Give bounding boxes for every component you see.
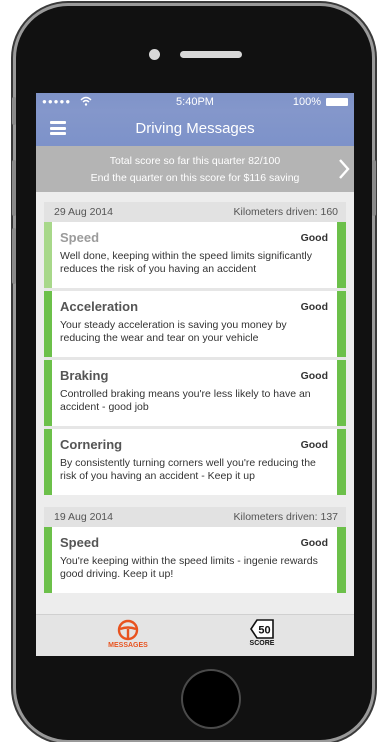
- message-text: You're keeping within the speed limits -…: [60, 555, 318, 580]
- rating-bar: [337, 527, 346, 593]
- day-header: 29 Aug 2014 Kilometers driven: 160: [44, 202, 346, 222]
- card-left-bar: [44, 360, 52, 426]
- status-bar: ●●●●● 5:40PM 100%: [36, 93, 354, 111]
- battery-percent: 100%: [292, 96, 321, 108]
- day-date: 19 Aug 2014: [54, 511, 113, 523]
- speed-sign-icon: 50: [250, 619, 274, 639]
- rating-bar: [337, 291, 346, 357]
- power-button[interactable]: [372, 160, 376, 216]
- card-left-bar: [44, 222, 52, 288]
- rating-bar: [337, 429, 346, 495]
- message-text: Controlled braking means you're less lik…: [60, 388, 311, 413]
- message-text: Well done, keeping within the speed limi…: [60, 250, 312, 275]
- steering-wheel-icon: [117, 619, 139, 641]
- day-group: 19 Aug 2014 Kilometers driven: 137 Speed…: [44, 507, 346, 593]
- card-left-bar: [44, 429, 52, 495]
- message-card[interactable]: Braking Good Controlled braking means yo…: [44, 360, 346, 429]
- message-title: Acceleration: [60, 299, 139, 314]
- message-rating: Good: [300, 232, 328, 244]
- saving-text: End the quarter on this score for $116 s…: [90, 172, 300, 184]
- day-date: 29 Aug 2014: [54, 206, 113, 218]
- message-rating: Good: [300, 301, 328, 313]
- tab-score[interactable]: 50 SCORE: [222, 619, 302, 647]
- nav-bar: Driving Messages: [36, 111, 354, 146]
- rating-bar: [337, 360, 346, 426]
- rating-bar: [337, 222, 346, 288]
- card-left-bar: [44, 291, 52, 357]
- kilometers-driven: Kilometers driven: 160: [233, 206, 338, 218]
- score-banner[interactable]: Total score so far this quarter 82/100 E…: [36, 146, 354, 192]
- camera-icon: [149, 49, 160, 60]
- message-text: Your steady acceleration is saving you m…: [60, 319, 287, 344]
- message-rating: Good: [300, 370, 328, 382]
- messages-list[interactable]: 29 Aug 2014 Kilometers driven: 160 Speed…: [36, 192, 354, 614]
- message-title: Speed: [60, 230, 100, 245]
- quarter-score-text: Total score so far this quarter 82/100: [109, 155, 281, 167]
- page-title: Driving Messages: [135, 120, 255, 137]
- message-title: Speed: [60, 535, 100, 550]
- tab-score-label: SCORE: [249, 640, 275, 647]
- message-card[interactable]: Cornering Good By consistently turning c…: [44, 429, 346, 495]
- speaker-grille: [180, 51, 242, 58]
- day-group: 29 Aug 2014 Kilometers driven: 160 Speed…: [44, 202, 346, 495]
- volume-up-button[interactable]: [12, 160, 16, 216]
- day-header: 19 Aug 2014 Kilometers driven: 137: [44, 507, 346, 527]
- score-value: 50: [258, 625, 270, 637]
- message-rating: Good: [300, 439, 328, 451]
- battery-icon: [326, 98, 348, 106]
- app-screen: ●●●●● 5:40PM 100% Driving Messages Total…: [36, 93, 354, 656]
- home-button[interactable]: [183, 671, 239, 727]
- message-card[interactable]: Speed Good You're keeping within the spe…: [44, 527, 346, 593]
- message-text: By consistently turning corners well you…: [60, 457, 316, 482]
- message-rating: Good: [300, 537, 328, 549]
- tab-messages-label: MESSAGES: [108, 642, 148, 649]
- message-title: Cornering: [60, 437, 123, 452]
- message-title: Braking: [60, 368, 109, 383]
- card-left-bar: [44, 527, 52, 593]
- message-card[interactable]: Speed Good Well done, keeping within the…: [44, 222, 346, 291]
- message-card[interactable]: Acceleration Good Your steady accelerati…: [44, 291, 346, 360]
- tab-messages[interactable]: MESSAGES: [88, 619, 168, 649]
- kilometers-driven: Kilometers driven: 137: [233, 511, 338, 523]
- mute-switch[interactable]: [12, 97, 16, 125]
- chevron-right-icon[interactable]: [338, 158, 350, 180]
- volume-down-button[interactable]: [12, 228, 16, 284]
- tab-bar: MESSAGES 50 SCORE: [36, 614, 354, 656]
